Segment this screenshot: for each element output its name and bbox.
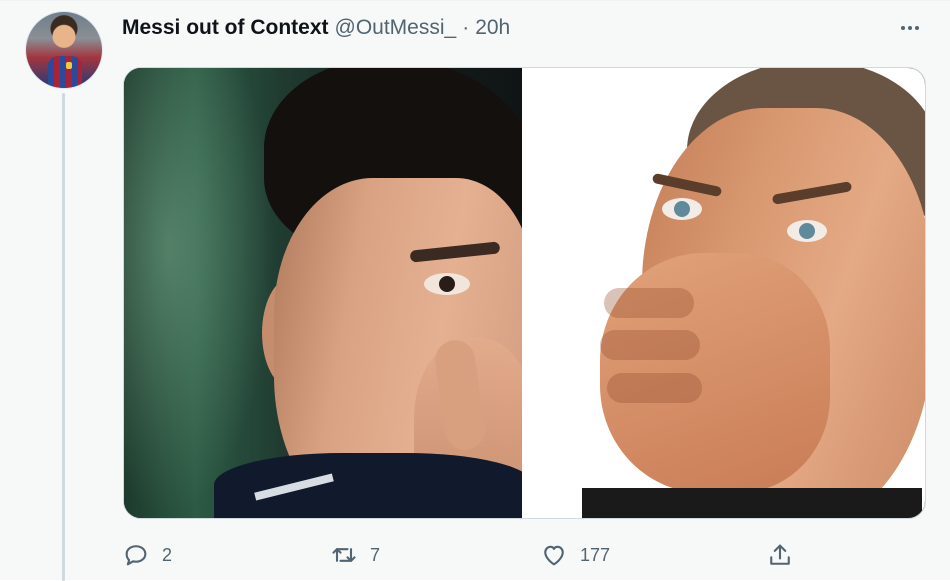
author-handle[interactable]: @OutMessi_ bbox=[335, 16, 457, 40]
tweet-action-bar: 2 7 177 bbox=[0, 531, 950, 579]
tweet-timestamp[interactable]: 20h bbox=[475, 16, 510, 40]
retweet-icon bbox=[332, 548, 356, 562]
heart-icon bbox=[544, 545, 564, 566]
header-separator: · bbox=[462, 16, 470, 39]
like-button[interactable]: 177 bbox=[540, 531, 610, 579]
reply-icon bbox=[125, 545, 147, 566]
avatar-crest bbox=[66, 62, 72, 69]
more-options-icon bbox=[901, 26, 919, 30]
media-photo-right[interactable] bbox=[522, 68, 925, 518]
thread-connector-line bbox=[62, 93, 65, 581]
tweet-card: Messi out of Context @OutMessi_ · 20h 2 … bbox=[0, 0, 950, 581]
share-icon bbox=[770, 544, 790, 565]
share-button[interactable] bbox=[766, 531, 794, 579]
like-count: 177 bbox=[580, 544, 611, 565]
author-avatar[interactable] bbox=[26, 12, 102, 88]
reply-count: 2 bbox=[162, 544, 173, 565]
tweet-media[interactable] bbox=[123, 67, 926, 519]
tweet-header: Messi out of Context @OutMessi_ · 20h bbox=[122, 12, 510, 44]
reply-button[interactable]: 2 bbox=[122, 531, 172, 579]
retweet-button[interactable]: 7 bbox=[330, 531, 380, 579]
avatar-jersey bbox=[48, 56, 82, 88]
author-display-name[interactable]: Messi out of Context bbox=[122, 16, 329, 40]
more-options-button[interactable] bbox=[893, 15, 927, 41]
retweet-count: 7 bbox=[370, 544, 381, 565]
media-photo-left[interactable] bbox=[124, 68, 522, 518]
